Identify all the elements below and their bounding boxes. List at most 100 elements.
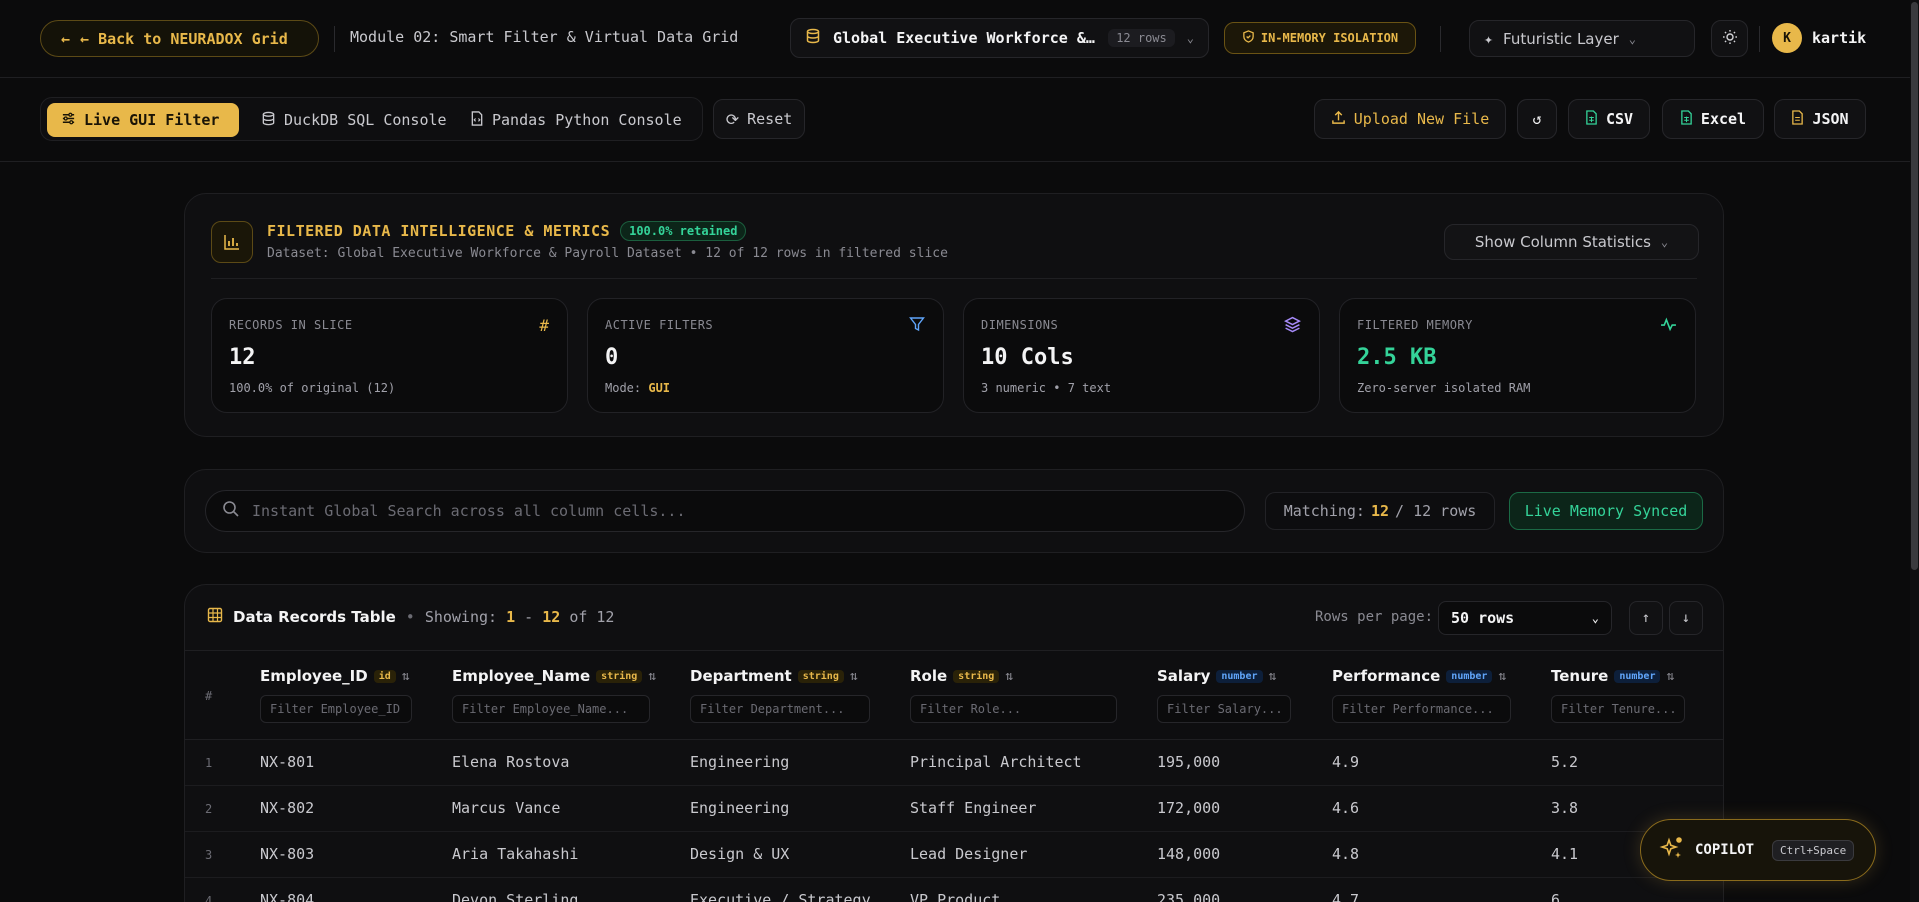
scroll-down-button[interactable]: ↓ (1669, 601, 1703, 635)
sliders-icon (61, 111, 76, 130)
table-title: Data Records Table (233, 608, 396, 626)
export-excel-button[interactable]: Excel (1662, 99, 1764, 139)
tab-label: Pandas Python Console (492, 111, 682, 129)
sort-icon[interactable]: ⇅ (1269, 669, 1277, 684)
sort-icon[interactable]: ⇅ (648, 669, 656, 684)
filter-input[interactable] (910, 695, 1117, 723)
upload-file-button[interactable]: Upload New File (1314, 99, 1506, 139)
metric-label: RECORDS IN SLICE (229, 318, 353, 332)
cell-role: Principal Architect (910, 753, 1082, 771)
type-badge: number (1446, 669, 1493, 683)
column-name[interactable]: Role (910, 667, 947, 685)
search-input[interactable] (252, 502, 1152, 520)
column-name[interactable]: Tenure (1551, 667, 1608, 685)
table-row[interactable]: 4 NX-804 Devon Sterling Executive / Stra… (185, 878, 1723, 902)
layer-select[interactable]: ✦ Futuristic Layer ⌄ (1469, 20, 1695, 57)
tab-pandas-python-console[interactable]: Pandas Python Console (456, 103, 696, 137)
cell-department: Engineering (690, 799, 790, 817)
column-name[interactable]: Employee_ID (260, 667, 368, 685)
reset-button[interactable]: ⟳ Reset (713, 99, 805, 139)
column-name[interactable]: Salary (1157, 667, 1210, 685)
sort-icon[interactable]: ⇅ (1005, 669, 1013, 684)
filter-input[interactable] (690, 695, 870, 723)
isolation-label: IN-MEMORY ISOLATION (1260, 31, 1399, 45)
table-row[interactable]: 3 NX-803 Aria Takahashi Design & UX Lead… (185, 832, 1723, 878)
cell-role: VP Product (910, 891, 1001, 902)
showing-prefix: Showing: (424, 608, 498, 626)
column-name[interactable]: Employee_Name (452, 667, 590, 685)
table-row[interactable]: 2 NX-802 Marcus Vance Engineering Staff … (185, 786, 1723, 832)
filter-input[interactable] (260, 695, 412, 723)
column-statistics-button[interactable]: Show Column Statistics ⌄ (1444, 224, 1699, 260)
filter-input[interactable] (1332, 695, 1511, 723)
rows-per-page-value: 50 rows (1451, 609, 1515, 627)
rows-per-page-select[interactable]: 50 rows ⌄ (1438, 601, 1612, 635)
column-name[interactable]: Performance (1332, 667, 1440, 685)
export-label: Excel (1700, 110, 1747, 128)
history-button[interactable]: ↺ (1517, 99, 1557, 139)
bar-chart-icon (211, 221, 253, 263)
isolation-badge: IN-MEMORY ISOLATION (1224, 22, 1416, 54)
row-index: 3 (205, 848, 213, 862)
history-icon: ↺ (1532, 110, 1542, 128)
filter-input[interactable] (1551, 695, 1685, 723)
cell-salary: 148,000 (1157, 845, 1221, 863)
sort-icon[interactable]: ⇅ (402, 669, 410, 684)
user-menu[interactable]: K kartik (1772, 23, 1866, 53)
export-csv-button[interactable]: CSV (1568, 99, 1650, 139)
metric-label: DIMENSIONS (981, 318, 1059, 332)
metric-sub-mode: GUI (648, 381, 671, 395)
dataset-name: Global Executive Workforce & Payroll Dat… (833, 29, 1096, 47)
separator-dot: • (405, 608, 415, 626)
cell-department: Engineering (690, 753, 790, 771)
table-row[interactable]: 1 NX-801 Elena Rostova Engineering Princ… (185, 740, 1723, 786)
showing-total: of 12 (569, 608, 615, 626)
divider (334, 26, 335, 52)
theme-toggle-button[interactable] (1711, 20, 1748, 57)
tab-duckdb-sql-console[interactable]: DuckDB SQL Console (247, 103, 461, 137)
table-icon (207, 607, 223, 627)
showing-dash: - (524, 608, 534, 626)
search-icon (222, 500, 240, 522)
sort-icon[interactable]: ⇅ (1666, 669, 1674, 684)
filter-input[interactable] (452, 695, 650, 723)
column-name[interactable]: Department (690, 667, 792, 685)
scroll-up-button[interactable]: ↑ (1629, 601, 1663, 635)
tab-live-gui-filter[interactable]: Live GUI Filter (47, 103, 239, 137)
page-scrollbar[interactable] (1910, 0, 1919, 902)
row-index-header: # (205, 689, 213, 703)
metric-value: 10 Cols (981, 345, 1074, 370)
dataset-rows-badge: 12 rows (1108, 29, 1175, 47)
showing-end: 12 (542, 608, 561, 626)
search-panel: Matching: 12 / 12 rows Live Memory Synce… (184, 469, 1724, 553)
global-search[interactable] (205, 490, 1245, 532)
sort-icon[interactable]: ⇅ (1498, 669, 1506, 684)
cell-performance: 4.7 (1332, 891, 1360, 902)
back-button[interactable]: ← ← Back to NEURADOX Grid (40, 20, 319, 57)
top-bar: ← ← Back to NEURADOX Grid Module 02: Sma… (0, 0, 1910, 78)
sort-icon[interactable]: ⇅ (850, 669, 858, 684)
copilot-button[interactable]: COPILOT Ctrl+Space (1640, 819, 1876, 881)
user-name: kartik (1812, 29, 1867, 47)
chevron-down-icon: ⌄ (1186, 31, 1194, 45)
cell-salary: 172,000 (1157, 799, 1221, 817)
filter-input[interactable] (1157, 695, 1291, 723)
metric-card-memory: FILTERED MEMORY 2.5 KB Zero-server isola… (1339, 298, 1696, 413)
metrics-title-row: FILTERED DATA INTELLIGENCE & METRICS 100… (267, 221, 747, 241)
sparkles-icon (1659, 835, 1685, 865)
metric-sub: 100.0% of original (12) (229, 381, 396, 395)
file-spreadsheet-icon (1585, 109, 1598, 129)
dataset-select[interactable]: Global Executive Workforce & Payroll Dat… (790, 18, 1209, 58)
synced-badge: Live Memory Synced (1509, 492, 1703, 530)
type-badge: number (1216, 669, 1263, 683)
scrollbar-thumb[interactable] (1911, 2, 1918, 570)
copilot-shortcut: Ctrl+Space (1772, 839, 1855, 861)
metric-sub: 3 numeric • 7 text (981, 381, 1112, 395)
metric-value: 12 (229, 345, 256, 370)
tab-label: DuckDB SQL Console (284, 111, 447, 129)
export-json-button[interactable]: JSON (1774, 99, 1866, 139)
cell-employee-id: NX-803 (260, 845, 315, 863)
file-code-icon (470, 110, 484, 130)
shield-icon (1242, 30, 1255, 46)
mode-tabs: Live GUI Filter DuckDB SQL Console Panda… (40, 97, 703, 141)
